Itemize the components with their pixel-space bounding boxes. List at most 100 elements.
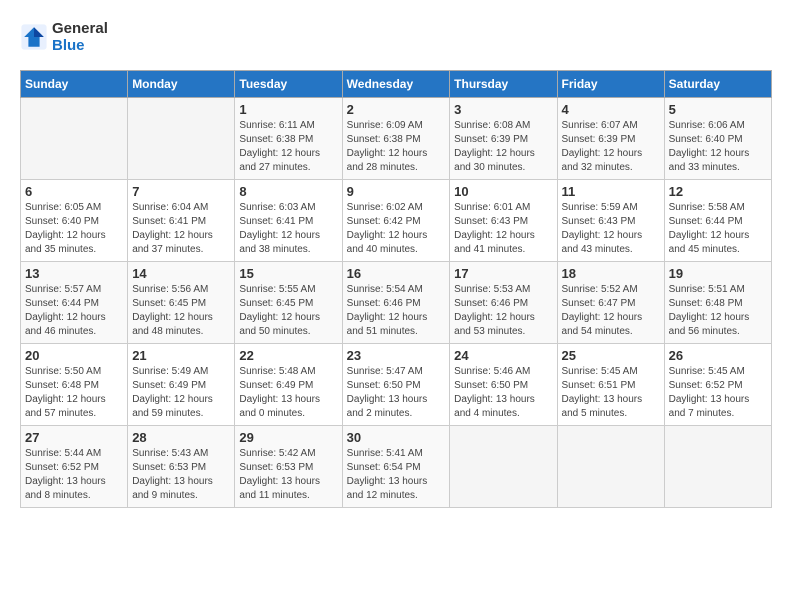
calendar-cell: 28 Sunrise: 5:43 AMSunset: 6:53 PMDayligh…	[128, 426, 235, 508]
calendar-cell: 1Sunrise: 6:11 AMSunset: 6:38 PMDaylight…	[235, 98, 342, 180]
calendar-cell: 4 Sunrise: 6:07 AMSunset: 6:39 PMDaylight…	[557, 98, 664, 180]
column-header-wednesday: Wednesday	[342, 71, 450, 98]
week-row-2: 6 Sunrise: 6:05 AMSunset: 6:40 PMDaylight…	[21, 180, 772, 262]
week-row-1: 1Sunrise: 6:11 AMSunset: 6:38 PMDaylight…	[21, 98, 772, 180]
day-info: Sunrise: 6:02 AMSunset: 6:42 PMDaylight:…	[347, 201, 446, 257]
day-info: Sunrise: 5:45 AMSunset: 6:51 PMDaylight:…	[562, 365, 660, 421]
calendar-cell: 26 Sunrise: 5:45 AMSunset: 6:52 PMDayligh…	[664, 344, 771, 426]
day-number: 13	[25, 266, 123, 281]
day-number: 24	[454, 348, 552, 363]
day-info: Sunrise: 5:50 AMSunset: 6:48 PMDaylight:…	[25, 365, 123, 421]
calendar-cell: 22 Sunrise: 5:48 AMSunset: 6:49 PMDayligh…	[235, 344, 342, 426]
day-number: 2	[347, 102, 446, 117]
day-info: Sunrise: 5:41 AMSunset: 6:54 PMDaylight:…	[347, 447, 446, 503]
day-info: Sunrise: 5:51 AMSunset: 6:48 PMDaylight:…	[669, 283, 767, 339]
day-number: 28	[132, 430, 230, 445]
day-info: Sunrise: 5:45 AMSunset: 6:52 PMDaylight:…	[669, 365, 767, 421]
logo-text: General Blue	[52, 20, 108, 54]
day-info: Sunrise: 6:03 AMSunset: 6:41 PMDaylight:…	[239, 201, 337, 257]
day-info: Sunrise: 6:05 AMSunset: 6:40 PMDaylight:…	[25, 201, 123, 257]
day-info: Sunrise: 5:55 AMSunset: 6:45 PMDaylight:…	[239, 283, 337, 339]
day-number: 15	[239, 266, 337, 281]
day-info: Sunrise: 5:52 AMSunset: 6:47 PMDaylight:…	[562, 283, 660, 339]
calendar-cell: 8 Sunrise: 6:03 AMSunset: 6:41 PMDaylight…	[235, 180, 342, 262]
day-info: Sunrise: 5:43 AMSunset: 6:53 PMDaylight:…	[132, 447, 230, 503]
day-number: 7	[132, 184, 230, 199]
week-row-3: 13 Sunrise: 5:57 AMSunset: 6:44 PMDayligh…	[21, 262, 772, 344]
day-info: Sunrise: 5:47 AMSunset: 6:50 PMDaylight:…	[347, 365, 446, 421]
day-number: 8	[239, 184, 337, 199]
calendar-cell: 9 Sunrise: 6:02 AMSunset: 6:42 PMDaylight…	[342, 180, 450, 262]
day-number: 23	[347, 348, 446, 363]
calendar-cell: 29 Sunrise: 5:42 AMSunset: 6:53 PMDayligh…	[235, 426, 342, 508]
day-info: Sunrise: 5:44 AMSunset: 6:52 PMDaylight:…	[25, 447, 123, 503]
calendar-cell: 10Sunrise: 6:01 AMSunset: 6:43 PMDayligh…	[450, 180, 557, 262]
day-number: 5	[669, 102, 767, 117]
day-info: Sunrise: 5:57 AMSunset: 6:44 PMDaylight:…	[25, 283, 123, 339]
day-info: Sunrise: 5:58 AMSunset: 6:44 PMDaylight:…	[669, 201, 767, 257]
calendar-cell	[21, 98, 128, 180]
calendar-table: SundayMondayTuesdayWednesdayThursdayFrid…	[20, 70, 772, 508]
day-number: 20	[25, 348, 123, 363]
day-number: 27	[25, 430, 123, 445]
day-info: Sunrise: 6:08 AMSunset: 6:39 PMDaylight:…	[454, 119, 552, 175]
day-number: 30	[347, 430, 446, 445]
calendar-cell: 14 Sunrise: 5:56 AMSunset: 6:45 PMDayligh…	[128, 262, 235, 344]
day-info: Sunrise: 6:01 AMSunset: 6:43 PMDaylight:…	[454, 201, 552, 257]
calendar-cell: 12 Sunrise: 5:58 AMSunset: 6:44 PMDayligh…	[664, 180, 771, 262]
column-header-tuesday: Tuesday	[235, 71, 342, 98]
day-number: 25	[562, 348, 660, 363]
page-header: General Blue	[20, 20, 772, 54]
day-info: Sunrise: 6:06 AMSunset: 6:40 PMDaylight:…	[669, 119, 767, 175]
calendar-cell: 30 Sunrise: 5:41 AMSunset: 6:54 PMDayligh…	[342, 426, 450, 508]
day-number: 21	[132, 348, 230, 363]
day-info: Sunrise: 6:09 AMSunset: 6:38 PMDaylight:…	[347, 119, 446, 175]
day-info: Sunrise: 5:42 AMSunset: 6:53 PMDaylight:…	[239, 447, 337, 503]
column-header-sunday: Sunday	[21, 71, 128, 98]
day-info: Sunrise: 5:54 AMSunset: 6:46 PMDaylight:…	[347, 283, 446, 339]
day-info: Sunrise: 6:04 AMSunset: 6:41 PMDaylight:…	[132, 201, 230, 257]
column-header-thursday: Thursday	[450, 71, 557, 98]
day-number: 6	[25, 184, 123, 199]
calendar-cell: 3 Sunrise: 6:08 AMSunset: 6:39 PMDaylight…	[450, 98, 557, 180]
week-row-5: 27 Sunrise: 5:44 AMSunset: 6:52 PMDayligh…	[21, 426, 772, 508]
day-number: 22	[239, 348, 337, 363]
day-info: Sunrise: 5:56 AMSunset: 6:45 PMDaylight:…	[132, 283, 230, 339]
day-info: Sunrise: 5:59 AMSunset: 6:43 PMDaylight:…	[562, 201, 660, 257]
calendar-cell: 19Sunrise: 5:51 AMSunset: 6:48 PMDayligh…	[664, 262, 771, 344]
calendar-cell: 24 Sunrise: 5:46 AMSunset: 6:50 PMDayligh…	[450, 344, 557, 426]
day-info: Sunrise: 5:49 AMSunset: 6:49 PMDaylight:…	[132, 365, 230, 421]
column-header-monday: Monday	[128, 71, 235, 98]
calendar-cell: 16Sunrise: 5:54 AMSunset: 6:46 PMDayligh…	[342, 262, 450, 344]
column-header-friday: Friday	[557, 71, 664, 98]
day-info: Sunrise: 6:11 AMSunset: 6:38 PMDaylight:…	[239, 119, 337, 175]
calendar-cell: 11Sunrise: 5:59 AMSunset: 6:43 PMDayligh…	[557, 180, 664, 262]
day-info: Sunrise: 5:46 AMSunset: 6:50 PMDaylight:…	[454, 365, 552, 421]
day-number: 29	[239, 430, 337, 445]
day-number: 3	[454, 102, 552, 117]
day-number: 12	[669, 184, 767, 199]
calendar-cell: 18 Sunrise: 5:52 AMSunset: 6:47 PMDayligh…	[557, 262, 664, 344]
column-header-saturday: Saturday	[664, 71, 771, 98]
day-info: Sunrise: 5:48 AMSunset: 6:49 PMDaylight:…	[239, 365, 337, 421]
calendar-cell: 15 Sunrise: 5:55 AMSunset: 6:45 PMDayligh…	[235, 262, 342, 344]
day-number: 14	[132, 266, 230, 281]
calendar-cell: 23 Sunrise: 5:47 AMSunset: 6:50 PMDayligh…	[342, 344, 450, 426]
day-number: 26	[669, 348, 767, 363]
calendar-cell: 6 Sunrise: 6:05 AMSunset: 6:40 PMDaylight…	[21, 180, 128, 262]
day-number: 9	[347, 184, 446, 199]
calendar-cell	[557, 426, 664, 508]
calendar-cell: 21 Sunrise: 5:49 AMSunset: 6:49 PMDayligh…	[128, 344, 235, 426]
calendar-cell: 2 Sunrise: 6:09 AMSunset: 6:38 PMDaylight…	[342, 98, 450, 180]
day-number: 17	[454, 266, 552, 281]
calendar-cell: 7 Sunrise: 6:04 AMSunset: 6:41 PMDaylight…	[128, 180, 235, 262]
calendar-cell: 5 Sunrise: 6:06 AMSunset: 6:40 PMDaylight…	[664, 98, 771, 180]
logo-icon	[20, 23, 48, 51]
calendar-cell	[450, 426, 557, 508]
day-number: 18	[562, 266, 660, 281]
day-info: Sunrise: 6:07 AMSunset: 6:39 PMDaylight:…	[562, 119, 660, 175]
day-number: 4	[562, 102, 660, 117]
logo: General Blue	[20, 20, 108, 54]
calendar-body: 1Sunrise: 6:11 AMSunset: 6:38 PMDaylight…	[21, 98, 772, 508]
calendar-cell	[128, 98, 235, 180]
